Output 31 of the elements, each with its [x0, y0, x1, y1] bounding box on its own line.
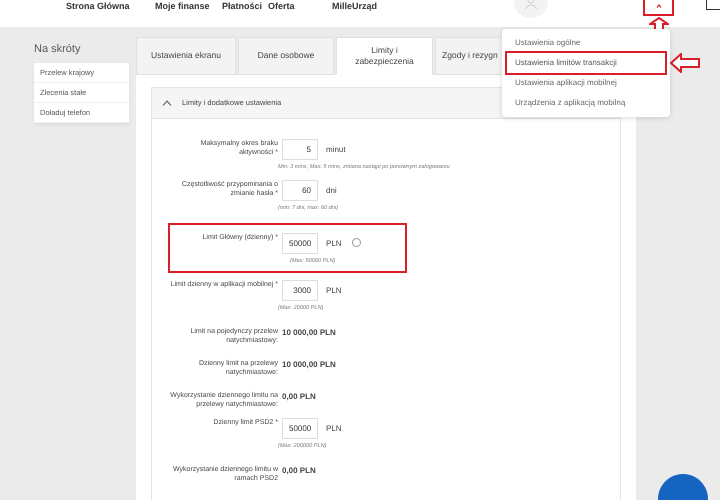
unit-label: PLN [326, 423, 342, 436]
tab[interactable]: Ustawienia ekranu [136, 37, 236, 75]
unit-label: PLN [326, 285, 342, 298]
input-field[interactable]: 5 [282, 139, 318, 160]
input-field[interactable]: 3000 [282, 280, 318, 302]
nav-link[interactable]: Moje finanse [155, 0, 210, 14]
unit-label: PLN [326, 238, 342, 250]
field-value: 10 000,00 PLN [282, 358, 336, 371]
nav-link[interactable]: Płatności [222, 0, 262, 14]
chevron-up-icon [162, 100, 172, 106]
menu-item[interactable]: Ustawienia limitów transakcji [507, 53, 665, 73]
user-icon [524, 0, 538, 9]
unit-label: minut [326, 144, 346, 156]
field-value: 10 000,00 PLN [282, 326, 336, 339]
nav-link[interactable]: Oferta [268, 0, 295, 14]
input-field[interactable]: 60 [282, 180, 318, 202]
input-field[interactable]: 50000 [282, 418, 318, 440]
chevron-up-icon [656, 4, 662, 8]
menu-toggle-button[interactable] [645, 0, 672, 14]
menu-item[interactable]: Ustawienia ogólne [507, 33, 665, 53]
input-field[interactable]: 50000 [282, 232, 318, 254]
help-icon[interactable] [352, 238, 361, 247]
unit-label: dni [326, 185, 337, 198]
nav-link[interactable]: MilleUrząd [332, 0, 378, 14]
tab[interactable]: Zgody i rezygn [435, 37, 503, 75]
sidebar-title: Na skróty [34, 42, 82, 57]
nav-link[interactable]: Strona Główna [66, 0, 130, 14]
tab[interactable]: Dane osobowe [238, 37, 334, 75]
tab[interactable]: Limity i zabezpieczenia [336, 37, 433, 75]
field-value: 0,00 PLN [282, 464, 316, 477]
field-value: 0,00 PLN [282, 390, 316, 403]
